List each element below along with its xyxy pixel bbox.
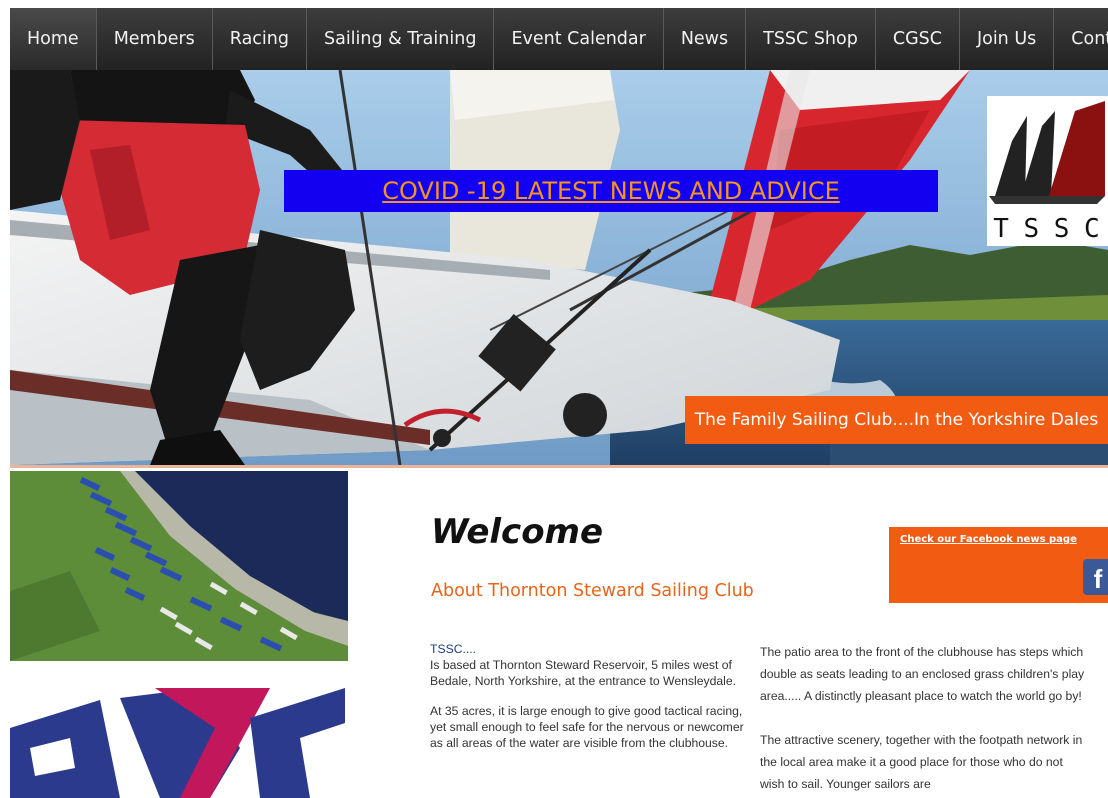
hero-banner: COVID -19 LATEST NEWS AND ADVICE T S S C… xyxy=(10,70,1108,465)
covid-news-link[interactable]: COVID -19 LATEST NEWS AND ADVICE xyxy=(284,170,938,212)
logo-letter: T xyxy=(993,214,1011,244)
page-subtitle: About Thornton Steward Sailing Club xyxy=(431,581,754,601)
logo-wordmark: T S S C xyxy=(987,212,1108,246)
intro-paragraph: Is based at Thornton Steward Reservoir, … xyxy=(430,658,737,688)
page-title: Welcome xyxy=(431,512,604,552)
main-navigation: Home Members Racing Sailing & Training E… xyxy=(10,8,1108,70)
aerial-photo-image xyxy=(10,471,348,661)
rya-logo[interactable] xyxy=(10,688,345,798)
logo-letter: C xyxy=(1084,214,1102,244)
logo-letter: S xyxy=(1023,214,1042,244)
intro-heading: TSSC.... xyxy=(430,642,477,656)
nav-cgsc[interactable]: CGSC xyxy=(876,8,960,70)
intro-paragraph: The attractive scenery, together with th… xyxy=(760,733,1083,791)
rya-logo-image xyxy=(10,688,345,798)
nav-tssc-shop[interactable]: TSSC Shop xyxy=(746,8,876,70)
nav-racing[interactable]: Racing xyxy=(213,8,307,70)
facebook-panel: Check our Facebook news page f xyxy=(889,527,1108,603)
nav-join-us[interactable]: Join Us xyxy=(960,8,1055,70)
nav-event-calendar[interactable]: Event Calendar xyxy=(494,8,664,70)
sailboat-logo-icon xyxy=(989,101,1105,204)
logo-letter: S xyxy=(1053,214,1072,244)
nav-news[interactable]: News xyxy=(664,8,747,70)
tssc-logo[interactable]: T S S C xyxy=(987,96,1108,246)
facebook-icon[interactable]: f xyxy=(1083,559,1108,595)
nav-sailing-training[interactable]: Sailing & Training xyxy=(307,8,495,70)
intro-left-column: TSSC.... Is based at Thornton Steward Re… xyxy=(430,641,745,765)
intro-paragraph: At 35 acres, it is large enough to give … xyxy=(430,704,744,750)
facebook-news-link[interactable]: Check our Facebook news page xyxy=(900,534,1077,545)
aerial-boat-park-photo[interactable] xyxy=(10,471,348,661)
hero-tagline: The Family Sailing Club....In the Yorksh… xyxy=(685,396,1108,444)
nav-contact[interactable]: Contact xyxy=(1054,8,1108,70)
intro-right-column: The patio area to the front of the clubh… xyxy=(760,641,1090,798)
intro-paragraph: The patio area to the front of the clubh… xyxy=(760,645,1085,703)
hero-divider xyxy=(10,465,1108,468)
page: Home Members Racing Sailing & Training E… xyxy=(0,0,1108,798)
nav-members[interactable]: Members xyxy=(97,8,213,70)
nav-home[interactable]: Home xyxy=(10,8,97,70)
